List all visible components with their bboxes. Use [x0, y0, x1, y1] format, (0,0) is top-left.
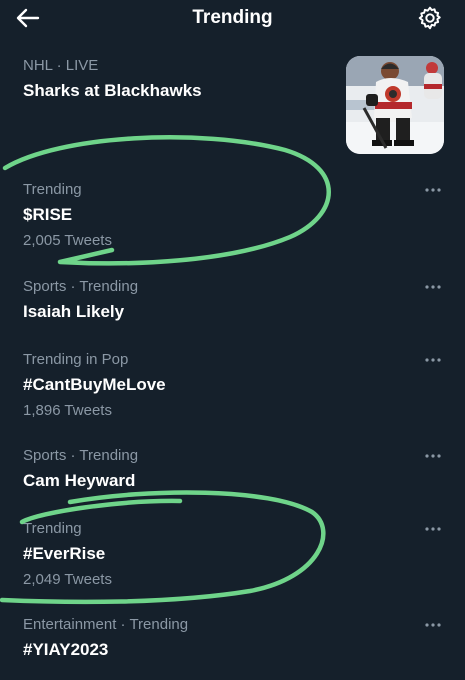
top-bar: Trending: [0, 0, 465, 36]
tweet-count: 2,005 Tweets: [23, 232, 112, 249]
trend-context: Sports · Trending: [23, 447, 139, 464]
trend-item[interactable]: Sports · Trending Cam Heyward: [0, 442, 465, 498]
trend-name: Isaiah Likely: [23, 302, 125, 321]
gear-icon: [418, 6, 441, 30]
more-options-button[interactable]: [423, 280, 443, 294]
more-horizontal-icon: [425, 358, 441, 362]
trend-name: $RISE: [23, 205, 73, 224]
trend-thumbnail[interactable]: [346, 56, 444, 154]
more-horizontal-icon: [425, 188, 441, 192]
settings-button[interactable]: [416, 5, 444, 31]
trend-name: #EverRise: [23, 544, 106, 563]
trend-context: Trending: [23, 181, 82, 198]
tweet-count: 2,049 Tweets: [23, 571, 112, 588]
trend-item[interactable]: Trending in Pop #CantBuyMeLove 1,896 Twe…: [0, 346, 465, 422]
trend-context: NHL · LIVE: [23, 57, 99, 74]
trend-item[interactable]: Trending $RISE 2,005 Tweets: [0, 176, 465, 252]
trend-item[interactable]: Trending #EverRise 2,049 Tweets: [0, 515, 465, 591]
more-horizontal-icon: [425, 454, 441, 458]
more-horizontal-icon: [425, 527, 441, 531]
trend-name: Sharks at Blackhawks: [23, 81, 202, 100]
more-options-button[interactable]: [423, 618, 443, 632]
trend-name: Cam Heyward: [23, 471, 136, 490]
more-horizontal-icon: [425, 285, 441, 289]
more-options-button[interactable]: [423, 449, 443, 463]
more-options-button[interactable]: [423, 522, 443, 536]
page-title: Trending: [192, 7, 273, 28]
hockey-players-image: [346, 56, 444, 154]
trend-context: Trending: [23, 520, 82, 537]
trend-item[interactable]: Entertainment · Trending #YIAY2023: [0, 611, 465, 671]
more-horizontal-icon: [425, 623, 441, 627]
more-options-button[interactable]: [423, 353, 443, 367]
trend-context: Sports · Trending: [23, 278, 139, 295]
trend-name: #YIAY2023: [23, 640, 109, 659]
trend-context: Entertainment · Trending: [23, 616, 189, 633]
tweet-count: 1,896 Tweets: [23, 402, 112, 419]
more-options-button[interactable]: [423, 183, 443, 197]
trend-context: Trending in Pop: [23, 351, 129, 368]
trend-name: #CantBuyMeLove: [23, 375, 166, 394]
trend-item[interactable]: Sports · Trending Isaiah Likely: [0, 273, 465, 329]
